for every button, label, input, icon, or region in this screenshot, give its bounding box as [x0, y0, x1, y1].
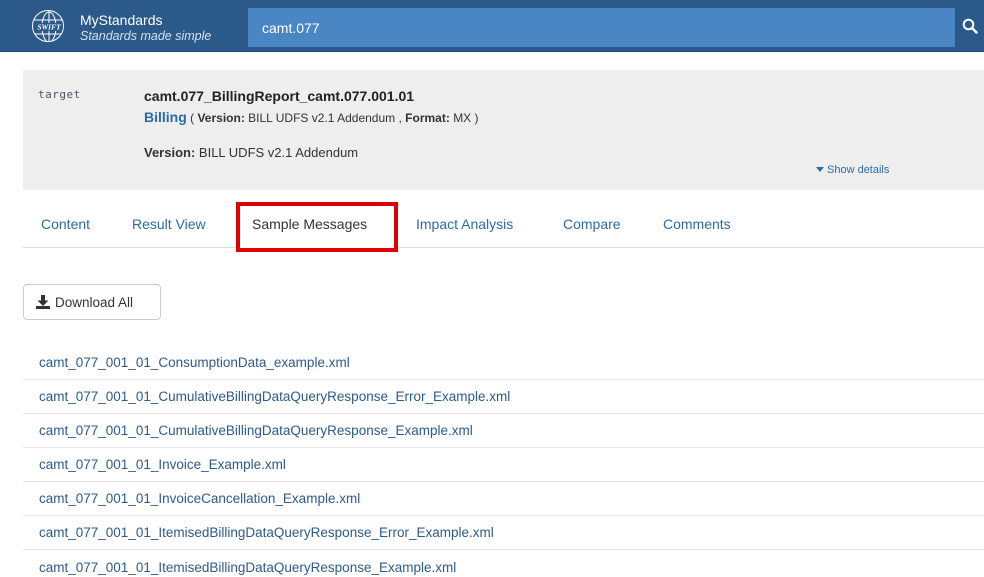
list-item: camt_077_001_01_CumulativeBillingDataQue…: [23, 380, 984, 414]
swift-globe-icon[interactable]: SWIFT: [32, 10, 64, 42]
list-item: camt_077_001_01_ItemisedBillingDataQuery…: [23, 516, 984, 550]
file-link[interactable]: camt_077_001_01_ItemisedBillingDataQuery…: [39, 560, 456, 575]
file-link[interactable]: camt_077_001_01_ConsumptionData_example.…: [39, 355, 350, 370]
download-icon: [36, 295, 50, 309]
logo-text: SWIFT: [37, 23, 61, 32]
list-item: camt_077_001_01_CumulativeBillingDataQue…: [23, 414, 984, 448]
search-icon: [962, 18, 978, 37]
file-link[interactable]: camt_077_001_01_Invoice_Example.xml: [39, 457, 286, 472]
list-item: camt_077_001_01_InvoiceCancellation_Exam…: [23, 482, 984, 516]
list-item: camt_077_001_01_ConsumptionData_example.…: [23, 346, 984, 380]
download-all-label: Download All: [55, 294, 134, 310]
version-line-label: Version:: [144, 145, 196, 160]
file-link[interactable]: camt_077_001_01_ItemisedBillingDataQuery…: [39, 525, 494, 540]
list-item: camt_077_001_01_ItemisedBillingDataQuery…: [23, 550, 984, 577]
caret-down-icon: [816, 167, 824, 172]
version-value: BILL UDFS v2.1 Addendum: [248, 111, 396, 125]
file-link[interactable]: camt_077_001_01_CumulativeBillingDataQue…: [39, 389, 510, 404]
file-link[interactable]: camt_077_001_01_CumulativeBillingDataQue…: [39, 423, 473, 438]
tab-bar: Content Result View Sample Messages Impa…: [23, 200, 984, 252]
download-all-button[interactable]: Download All: [23, 284, 161, 320]
search-input[interactable]: [248, 8, 955, 47]
message-title: camt.077_BillingReport_camt.077.001.01: [144, 88, 415, 104]
format-label: Format:: [405, 111, 450, 125]
version-label: Version:: [197, 111, 245, 125]
list-item: camt_077_001_01_Invoice_Example.xml: [23, 448, 984, 482]
tab-content[interactable]: Content: [41, 216, 90, 232]
paren-close: ): [474, 111, 479, 125]
brand-tagline: Standards made simple: [80, 29, 212, 43]
show-details-toggle[interactable]: Show details: [816, 164, 889, 176]
tab-compare[interactable]: Compare: [563, 216, 621, 232]
top-header: SWIFT MyStandards Standards made simple: [0, 0, 984, 52]
tab-comments[interactable]: Comments: [663, 216, 731, 232]
tab-result-view[interactable]: Result View: [132, 216, 206, 232]
version-line-value: BILL UDFS v2.1 Addendum: [198, 145, 359, 160]
show-details-label: Show details: [827, 164, 890, 176]
format-value: MX: [453, 111, 472, 125]
file-link[interactable]: camt_077_001_01_InvoiceCancellation_Exam…: [39, 491, 360, 506]
collection-link[interactable]: Billing: [144, 109, 187, 125]
tab-impact-analysis[interactable]: Impact Analysis: [416, 216, 513, 232]
version-line: Version: BILL UDFS v2.1 Addendum: [144, 145, 358, 160]
message-info-panel: target camt.077_BillingReport_camt.077.0…: [23, 70, 984, 190]
sample-file-list: camt_077_001_01_ConsumptionData_example.…: [23, 346, 984, 577]
brand-name[interactable]: MyStandards: [80, 12, 162, 28]
publisher-logo: target: [38, 88, 81, 101]
search-button[interactable]: [955, 8, 984, 47]
message-collection-line: Billing ( Version: BILL UDFS v2.1 Addend…: [144, 109, 479, 125]
tab-sample-messages[interactable]: Sample Messages: [252, 216, 367, 232]
